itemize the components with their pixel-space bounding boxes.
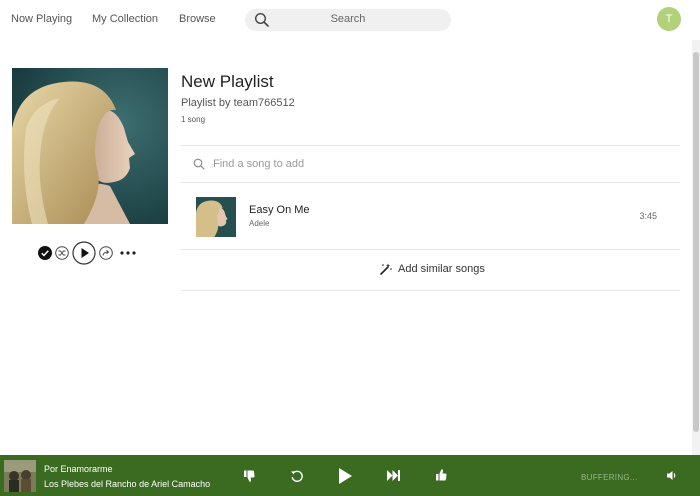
add-similar-songs-label: Add similar songs [398,263,485,275]
song-title: Easy On Me [249,204,310,216]
play-icon[interactable] [72,241,96,265]
song-thumbnail [196,197,236,237]
replay-icon[interactable] [290,469,304,483]
playlist-cover-art [12,68,168,224]
song-row[interactable]: Easy On Me Adele 3:45 [181,184,680,248]
thumbs-up-icon[interactable] [434,468,448,482]
add-similar-songs-button[interactable]: Add similar songs [181,252,680,288]
volume-icon[interactable] [666,470,678,481]
now-playing-title[interactable]: Por Enamorarme [44,464,113,474]
nav-my-collection[interactable]: My Collection [92,13,158,25]
play-icon[interactable] [337,467,353,485]
player-bar: Por Enamorarme Los Plebes del Rancho de … [0,455,700,496]
search-bar[interactable]: Search [245,9,451,31]
divider [181,145,680,146]
divider [181,182,680,183]
checkmark-icon[interactable] [38,246,52,260]
skip-forward-icon[interactable] [386,469,401,482]
song-artist[interactable]: Adele [249,219,269,228]
thumbs-down-icon[interactable] [242,469,256,483]
find-song-input[interactable] [213,156,513,172]
nav-browse[interactable]: Browse [179,13,216,25]
search-label: Search [330,13,366,25]
nav-now-playing[interactable]: Now Playing [11,13,72,25]
more-icon[interactable] [120,251,136,255]
player-status: BUFFERING... [581,473,638,482]
playlist-song-count: 1 song [181,115,206,124]
shuffle-icon[interactable] [55,246,69,260]
scrollbar[interactable] [692,40,700,455]
share-icon[interactable] [99,246,113,260]
song-duration: 3:45 [639,211,657,221]
divider [181,249,680,250]
now-playing-artist[interactable]: Los Plebes del Rancho de Ariel Camacho [44,479,210,489]
magic-wand-icon [380,263,392,275]
now-playing-thumbnail[interactable] [4,460,36,492]
top-nav: Now Playing My Collection Browse Search … [0,0,700,40]
avatar[interactable]: T [657,7,681,31]
find-song-field[interactable] [181,147,680,181]
divider [181,290,680,291]
playlist-controls [38,241,148,265]
playlist-title: New Playlist [181,72,274,91]
scrollbar-thumb[interactable] [693,52,699,432]
playlist-byline: Playlist by team766512 [181,97,295,109]
search-icon [193,158,205,170]
